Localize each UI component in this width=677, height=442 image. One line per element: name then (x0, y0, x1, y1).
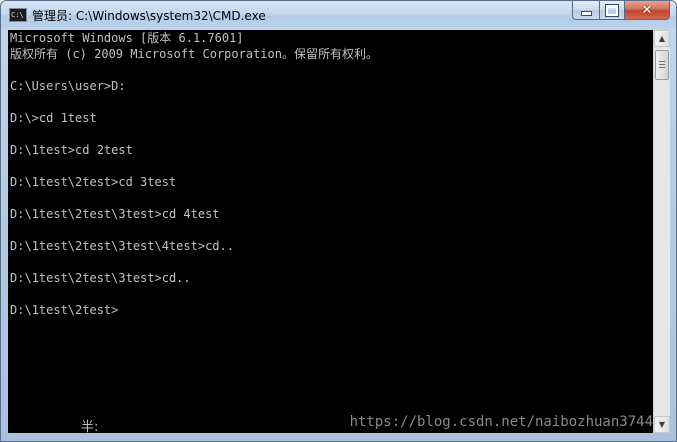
arrow-up-icon: ▲ (658, 34, 666, 43)
cmd-icon[interactable]: C:\ (9, 8, 27, 22)
cmd-window: C:\ 管理员: C:\Windows\system32\CMD.exe ✕ M… (0, 0, 677, 442)
console-output[interactable]: Microsoft Windows [版本 6.1.7601] 版权所有 (c)… (8, 30, 653, 433)
vertical-scrollbar[interactable]: ▲ ▼ (653, 30, 670, 433)
console-line: D:\1test\2test\3test>cd.. (10, 271, 191, 285)
grip-line (659, 61, 665, 62)
console-line: D:\1test>cd 2test (10, 143, 133, 157)
title-bar[interactable]: C:\ 管理员: C:\Windows\system32\CMD.exe ✕ (1, 1, 676, 29)
minimize-icon (580, 11, 592, 16)
close-icon: ✕ (641, 2, 653, 18)
scroll-up-button[interactable]: ▲ (654, 30, 670, 47)
scrollbar-thumb[interactable] (655, 50, 669, 80)
watermark-text: https://blog.csdn.net/naibozhuan3744 (349, 414, 653, 430)
ime-status: 半: (81, 420, 99, 433)
grip-line (659, 64, 665, 65)
console-line: D:\1test\2test>cd 3test (10, 175, 177, 189)
console-line: 版权所有 (c) 2009 Microsoft Corporation。保留所有… (10, 47, 378, 61)
console-line: Microsoft Windows [版本 6.1.7601] (10, 31, 244, 45)
maximize-icon (605, 3, 619, 17)
console-line: D:\1test\2test\3test\4test>cd.. (10, 239, 234, 253)
console-prompt-line: D:\1test\2test> (10, 303, 119, 317)
grip-line (659, 67, 665, 68)
console-line: C:\Users\user>D: (10, 79, 126, 93)
minimize-button[interactable] (572, 1, 599, 20)
scroll-down-button[interactable]: ▼ (654, 416, 670, 433)
window-controls: ✕ (572, 1, 670, 21)
window-title: 管理员: C:\Windows\system32\CMD.exe (32, 9, 266, 23)
arrow-down-icon: ▼ (658, 420, 666, 429)
maximize-button[interactable] (599, 1, 625, 20)
console-line: D:\1test\2test\3test>cd 4test (10, 207, 220, 221)
close-button[interactable]: ✕ (625, 1, 670, 20)
console-line: D:\>cd 1test (10, 111, 97, 125)
